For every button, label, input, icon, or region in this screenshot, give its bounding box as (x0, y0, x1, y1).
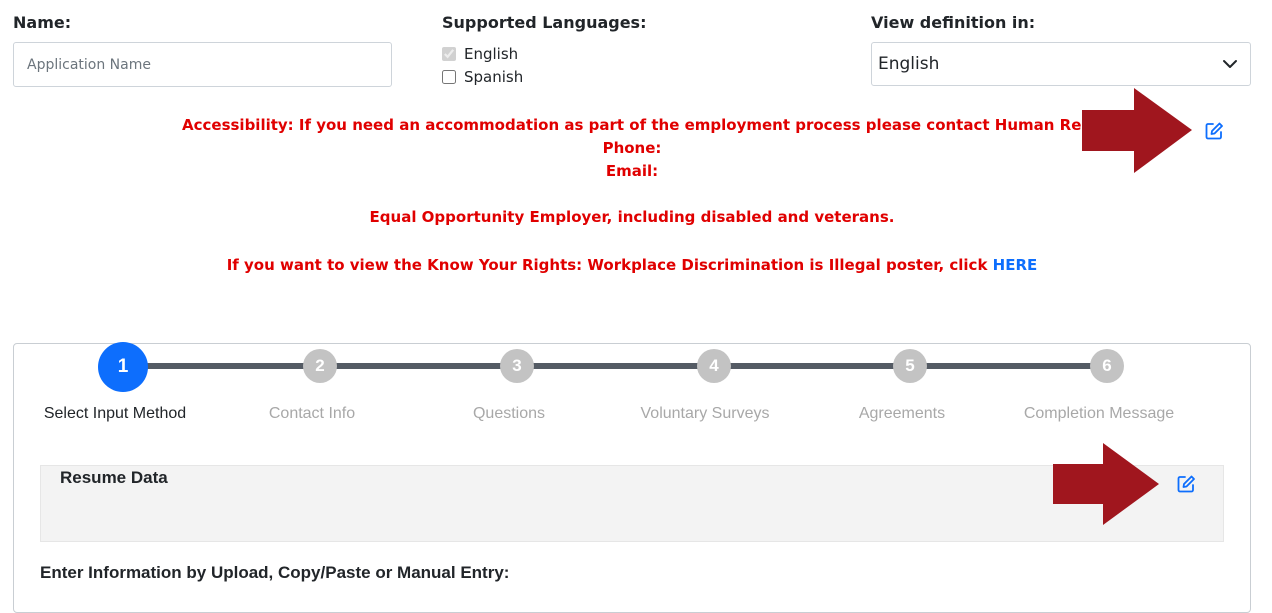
rights-notice: If you want to view the Know Your Rights… (0, 256, 1264, 274)
step-1-circle[interactable]: 1 (98, 342, 148, 392)
name-label: Name: (13, 13, 72, 32)
step-1-label: Select Input Method (43, 405, 187, 422)
step-6-label: Completion Message (1023, 405, 1175, 422)
step-5-circle[interactable]: 5 (893, 349, 927, 383)
progress-track (122, 363, 1107, 369)
phone-label: Phone: (602, 139, 662, 157)
rights-text: If you want to view the Know Your Rights… (226, 256, 988, 274)
arrow-right-annotation (1053, 443, 1159, 525)
step-3-label: Questions (472, 405, 546, 422)
english-label: English (464, 45, 519, 63)
arrow-right-annotation (1082, 88, 1192, 173)
step-2-circle[interactable]: 2 (303, 349, 337, 383)
supported-languages-label: Supported Languages: (442, 13, 647, 32)
spanish-label: Spanish (464, 68, 524, 86)
resume-data-title: Resume Data (60, 468, 168, 487)
application-name-input[interactable] (13, 42, 392, 87)
enter-information-title: Enter Information by Upload, Copy/Paste … (40, 563, 510, 582)
step-6-circle[interactable]: 6 (1090, 349, 1124, 383)
language-option-english: English (442, 44, 518, 64)
step-4-label: Voluntary Surveys (640, 405, 770, 422)
accessibility-notice: Accessibility: If you need an accommodat… (182, 116, 1170, 134)
english-checkbox[interactable] (442, 47, 456, 61)
eoe-notice: Equal Opportunity Employer, including di… (369, 208, 895, 226)
step-5-label: Agreements (858, 405, 946, 422)
edit-icon[interactable] (1176, 474, 1196, 494)
resume-data-section (40, 465, 1224, 542)
view-definition-select[interactable]: English (871, 42, 1251, 86)
email-label: Email: (605, 162, 659, 180)
view-definition-label: View definition in: (871, 13, 1036, 32)
language-option-spanish: Spanish (442, 67, 523, 87)
step-2-label: Contact Info (268, 405, 356, 422)
view-definition-value: English (878, 54, 940, 74)
step-3-circle[interactable]: 3 (500, 349, 534, 383)
spanish-checkbox[interactable] (442, 70, 456, 84)
rights-here-link[interactable]: HERE (993, 256, 1038, 274)
edit-icon[interactable] (1204, 121, 1224, 141)
step-4-circle[interactable]: 4 (697, 349, 731, 383)
chevron-down-icon (1223, 60, 1237, 68)
